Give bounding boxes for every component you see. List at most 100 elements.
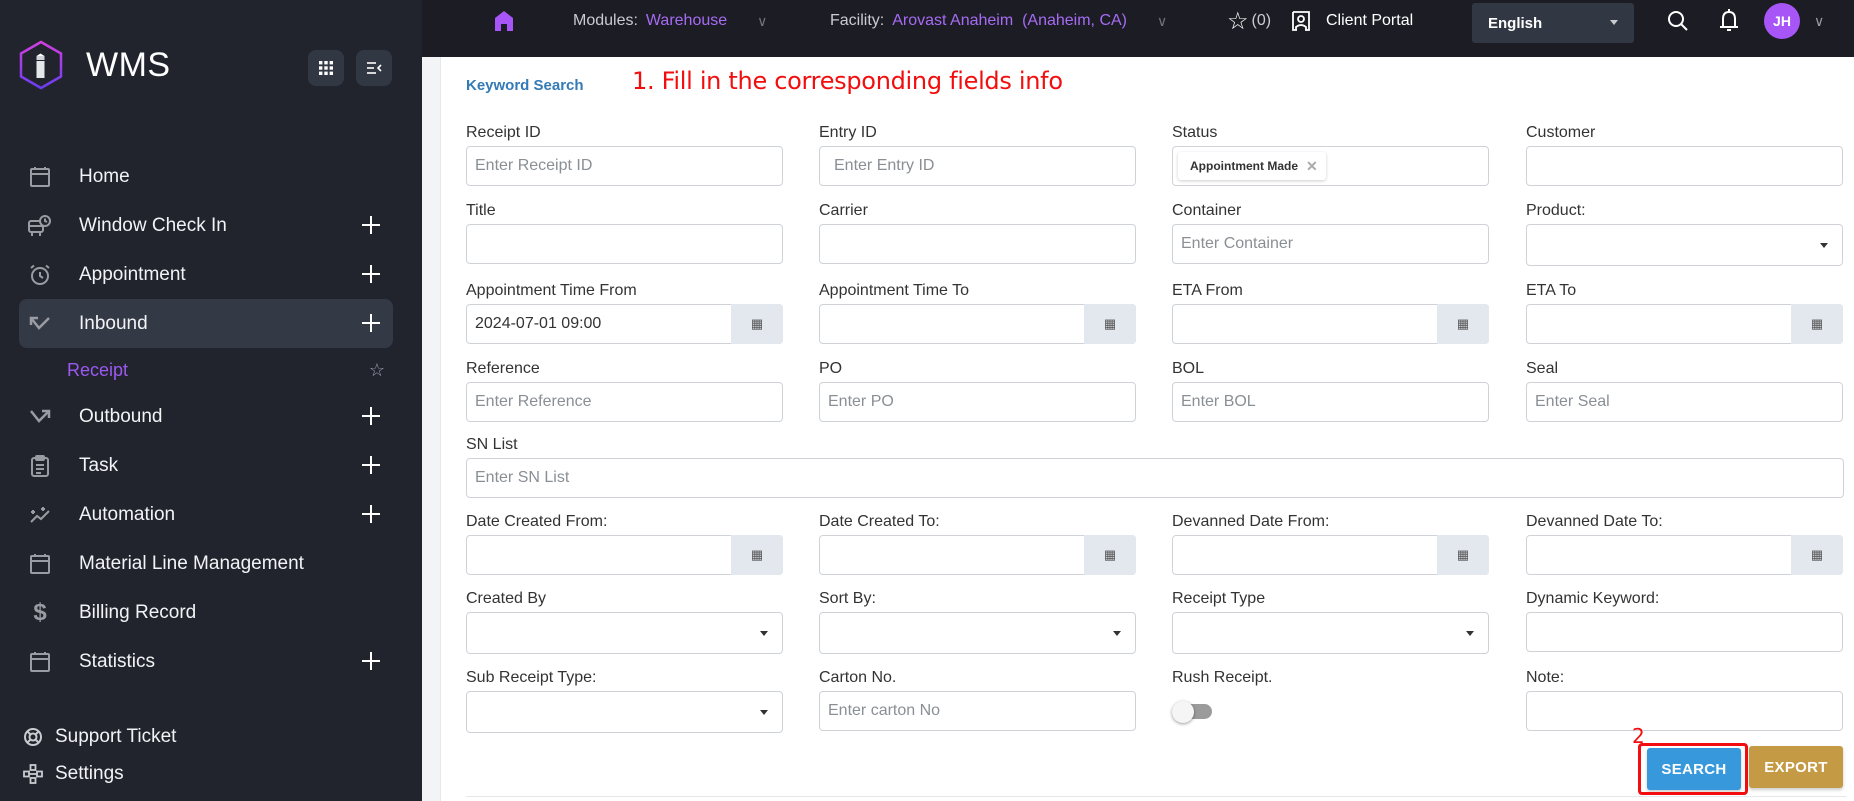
chevron-down-icon: ∨ [757, 12, 768, 29]
expand-plus-icon[interactable] [359, 649, 383, 673]
receipt-id-field: Receipt ID Enter Receipt ID [466, 124, 783, 186]
carton-no-input[interactable]: Enter carton No [819, 691, 1136, 731]
calendar-picker-button[interactable]: ▦ [1084, 535, 1136, 575]
placeholder: Enter PO [828, 393, 894, 410]
calendar-picker-button[interactable]: ▦ [1084, 304, 1136, 344]
sort-by-select[interactable] [819, 612, 1136, 654]
settings-link[interactable]: Settings [23, 755, 176, 792]
expand-plus-icon[interactable] [359, 213, 383, 237]
dollar-icon: $ [33, 598, 47, 626]
calendar-icon: ▦ [1103, 547, 1117, 562]
favorites-button[interactable]: ☆ (0) [1227, 0, 1271, 42]
field-label: Rush Receipt. [1172, 669, 1273, 686]
user-avatar[interactable]: JH [1764, 3, 1800, 39]
apps-grid-button[interactable] [308, 50, 344, 86]
calendar-picker-button[interactable]: ▦ [731, 304, 783, 344]
facility-selector[interactable]: Facility: Arovast Anaheim (Anaheim, CA) … [830, 0, 1167, 42]
sidebar-item-task[interactable]: Task [19, 441, 393, 490]
caret-down-icon [760, 710, 768, 715]
client-portal-link[interactable]: Client Portal [1290, 0, 1413, 42]
field-label: ETA From [1172, 282, 1243, 299]
date-created-to-field: Date Created To: ▦ [819, 513, 1136, 575]
expand-plus-icon[interactable] [359, 262, 383, 286]
favorite-star-icon[interactable]: ☆ [369, 360, 385, 381]
bol-input[interactable]: Enter BOL [1172, 382, 1489, 422]
hexagon-i-logo-icon [19, 40, 63, 90]
sidebar-item-label: Inbound [79, 312, 148, 334]
remove-tag-icon[interactable]: ✕ [1306, 158, 1318, 175]
title-input[interactable] [466, 224, 783, 264]
search-button[interactable] [1667, 0, 1689, 42]
sidebar-item-statistics[interactable]: Statistics [19, 637, 393, 686]
created-by-select[interactable] [466, 612, 783, 654]
date-created-to-input[interactable]: ▦ [819, 535, 1136, 575]
status-multiselect[interactable]: Appointment Made ✕ [1172, 146, 1489, 186]
carrier-input[interactable] [819, 224, 1136, 264]
field-label: Date Created From: [466, 513, 608, 530]
sidebar-item-automation[interactable]: Automation [19, 490, 393, 539]
seal-input[interactable]: Enter Seal [1526, 382, 1843, 422]
field-label: Carton No. [819, 669, 897, 686]
sidebar-item-appointment[interactable]: Appointment [19, 250, 393, 299]
receipt-type-select[interactable] [1172, 612, 1489, 654]
modules-selector[interactable]: Modules: Warehouse ∨ [573, 0, 767, 42]
po-input[interactable]: Enter PO [819, 382, 1136, 422]
devanned-date-to-input[interactable]: ▦ [1526, 535, 1843, 575]
language-select[interactable]: English [1472, 3, 1634, 43]
eta-to-input[interactable]: ▦ [1526, 304, 1843, 344]
sidebar-item-inbound[interactable]: Inbound [19, 299, 393, 348]
calendar-picker-button[interactable]: ▦ [1791, 535, 1843, 575]
input-value: 2024-07-01 09:00 [475, 315, 602, 332]
calendar-picker-button[interactable]: ▦ [1791, 304, 1843, 344]
container-input[interactable]: Enter Container [1172, 224, 1489, 264]
expand-plus-icon[interactable] [359, 502, 383, 526]
inbound-arrow-icon [28, 312, 52, 336]
collapse-sidebar-button[interactable] [356, 50, 392, 86]
sidebar-item-label: Outbound [79, 405, 163, 427]
expand-plus-icon[interactable] [359, 311, 383, 335]
appointment-time-from-input[interactable]: 2024-07-01 09:00 ▦ [466, 304, 783, 344]
home-button[interactable] [494, 0, 514, 42]
sidebar-item-home[interactable]: Home [19, 152, 393, 201]
eta-from-input[interactable]: ▦ [1172, 304, 1489, 344]
expand-plus-icon[interactable] [359, 404, 383, 428]
expand-plus-icon[interactable] [359, 453, 383, 477]
calendar-icon: ▦ [1810, 547, 1824, 562]
calendar-picker-button[interactable]: ▦ [1437, 304, 1489, 344]
note-input[interactable] [1526, 691, 1843, 731]
sub-receipt-type-select[interactable] [466, 691, 783, 733]
sidebar-subitem-receipt[interactable]: Receipt ☆ [19, 348, 393, 392]
sidebar-item-label: Window Check In [79, 214, 227, 236]
sidebar-item-billing-record[interactable]: $ Billing Record [19, 588, 393, 637]
outbound-arrow-icon [28, 405, 52, 429]
field-label: Entry ID [819, 124, 877, 141]
rush-receipt-field: Rush Receipt. [1172, 669, 1489, 723]
language-value: English [1488, 14, 1543, 32]
calendar-picker-button[interactable]: ▦ [1437, 535, 1489, 575]
sidebar-item-label: Statistics [79, 650, 156, 672]
product-select[interactable] [1526, 224, 1843, 266]
chevron-down-icon: ∨ [1157, 12, 1168, 29]
calendar-picker-button[interactable]: ▦ [731, 535, 783, 575]
sidebar-item-window-check-in[interactable]: Window Check In [19, 201, 393, 250]
user-menu-toggle[interactable]: ∨ [1814, 0, 1824, 42]
notifications-button[interactable] [1719, 0, 1739, 42]
entry-id-input[interactable]: Enter Entry ID [819, 146, 1136, 186]
date-created-from-input[interactable]: ▦ [466, 535, 783, 575]
sn-list-input[interactable]: Enter SN List [466, 458, 1844, 498]
sidebar-item-outbound[interactable]: Outbound [19, 392, 393, 441]
devanned-date-from-input[interactable]: ▦ [1172, 535, 1489, 575]
sidebar-item-material-line-management[interactable]: Material Line Management [19, 539, 393, 588]
rush-receipt-toggle[interactable] [1172, 701, 1212, 723]
support-ticket-link[interactable]: Support Ticket [23, 718, 176, 755]
sidebar-item-label: Task [79, 454, 119, 476]
appointment-time-to-input[interactable]: ▦ [819, 304, 1136, 344]
receipt-id-input[interactable]: Enter Receipt ID [466, 146, 783, 186]
reference-input[interactable]: Enter Reference [466, 382, 783, 422]
dynamic-keyword-input[interactable] [1526, 612, 1843, 652]
field-label: Appointment Time To [819, 282, 970, 299]
sn-list-field: SN List Enter SN List [466, 436, 1844, 498]
customer-input[interactable] [1526, 146, 1843, 186]
modules-label: Modules: [573, 12, 638, 29]
export-button[interactable]: EXPORT [1749, 746, 1843, 788]
